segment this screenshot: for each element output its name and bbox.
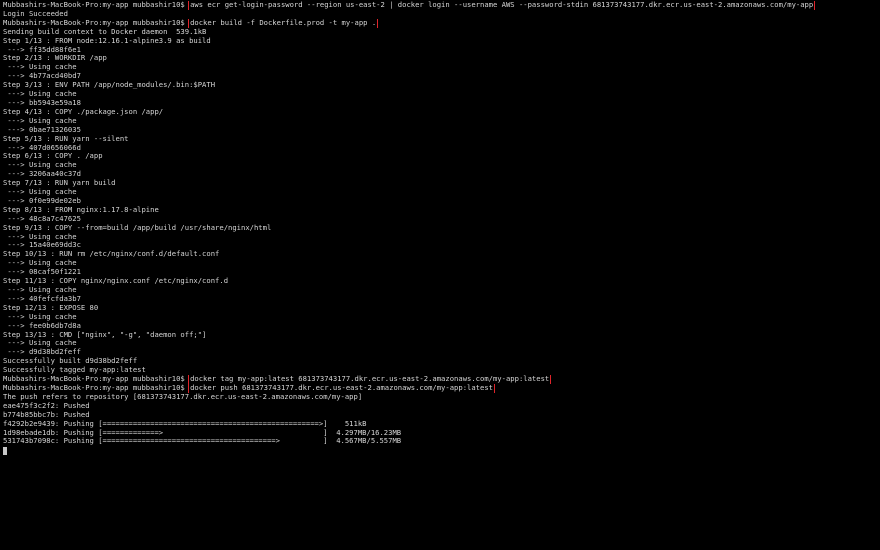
output-line: ---> Using cache — [3, 312, 77, 321]
output-line: ---> 407d0656066d — [3, 143, 81, 152]
shell-prompt: Mubbashirs-MacBook-Pro:my-app mubbashir1… — [3, 383, 190, 392]
output-line: Step 13/13 : CMD ["nginx", "-g", "daemon… — [3, 330, 207, 339]
output-line: ---> 0f0e99de02eb — [3, 196, 81, 205]
shell-prompt: Mubbashirs-MacBook-Pro:my-app mubbashir1… — [3, 1, 190, 9]
output-line: ---> Using cache — [3, 286, 77, 294]
command-line: Mubbashirs-MacBook-Pro:my-app mubbashir1… — [3, 1, 880, 10]
output-line: Step 10/13 : RUN rm /etc/nginx/conf.d/de… — [3, 250, 220, 259]
output-line: ---> bb5943e59a18 — [3, 98, 81, 107]
output-line: ---> Using cache — [3, 339, 77, 348]
shell-prompt: Mubbashirs-MacBook-Pro:my-app mubbashir1… — [3, 375, 190, 384]
output-line: Step 11/13 : COPY nginx/nginx.conf /etc/… — [3, 277, 229, 286]
output-line: Step 4/13 : COPY ./package.json /app/ — [3, 107, 164, 116]
output-line: The push refers to repository [681373743… — [3, 392, 363, 401]
output-line: Login Succeeded — [3, 9, 68, 18]
output-line: Step 2/13 : WORKDIR /app — [3, 54, 107, 63]
highlighted-command: docker push 681373743177.dkr.ecr.us-east… — [188, 383, 495, 393]
highlighted-command: docker tag my-app:latest 681373743177.dk… — [188, 375, 552, 384]
output-line: ---> d9d38bd2feff — [3, 348, 81, 357]
command-line: Mubbashirs-MacBook-Pro:my-app mubbashir1… — [3, 383, 880, 393]
output-line: Step 5/13 : RUN yarn --silent — [3, 134, 129, 143]
output-line: ---> 15a40e69dd3c — [3, 241, 81, 250]
output-line: b774b85bbc7b: Pushed — [3, 410, 90, 419]
input-line[interactable] — [3, 446, 880, 456]
output-line: 531743b7098c: Pushing [=================… — [3, 437, 402, 446]
output-line: ---> Using cache — [3, 116, 77, 125]
output-line: ---> Using cache — [3, 63, 77, 72]
output-line: Sending build context to Docker daemon 5… — [3, 27, 207, 36]
output-line: ---> Using cache — [3, 161, 77, 170]
output-line: Step 3/13 : ENV PATH /app/node_modules/.… — [3, 81, 216, 90]
output-line: ---> Using cache — [3, 188, 77, 197]
command-line: Mubbashirs-MacBook-Pro:my-app mubbashir1… — [3, 375, 880, 384]
output-line: ---> 0bae71326035 — [3, 125, 81, 134]
output-line: ---> Using cache — [3, 90, 77, 99]
highlighted-command: docker build -f Dockerfile.prod -t my-ap… — [188, 18, 379, 28]
highlighted-command: aws ecr get-login-password --region us-e… — [188, 1, 816, 10]
output-line: ---> Using cache — [3, 259, 77, 268]
output-line: ---> Using cache — [3, 232, 77, 241]
output-line: 1d98ebade1db: Pushing [=============> ] … — [3, 428, 402, 437]
output-line: ---> 08caf50f1221 — [3, 268, 81, 277]
output-line: Step 12/13 : EXPOSE 80 — [3, 303, 99, 312]
output-line: Successfully built d9d38bd2feff — [3, 357, 138, 366]
output-line: Step 9/13 : COPY --from=build /app/build… — [3, 223, 272, 232]
shell-prompt: Mubbashirs-MacBook-Pro:my-app mubbashir1… — [3, 18, 190, 27]
output-line: ---> 40fefcfda3b7 — [3, 294, 81, 303]
output-line: Step 6/13 : COPY . /app — [3, 152, 103, 161]
command-line: Mubbashirs-MacBook-Pro:my-app mubbashir1… — [3, 18, 880, 28]
output-line: ---> ff35dd88f6e1 — [3, 45, 81, 54]
output-line: Step 1/13 : FROM node:12.16.1-alpine3.9 … — [3, 36, 211, 45]
output-line: eae475f3c2f2: Pushed — [3, 401, 90, 410]
output-line: ---> 48c8a7c47625 — [3, 214, 81, 223]
output-line: ---> 3206aa40c37d — [3, 170, 81, 179]
output-line: ---> fee0b6db7d8a — [3, 321, 81, 330]
output-line: Successfully tagged my-app:latest — [3, 366, 146, 375]
terminal-output: Mubbashirs-MacBook-Pro:my-app mubbashir1… — [3, 1, 880, 446]
output-line: f4292b2e9439: Pushing [=================… — [3, 419, 367, 428]
cursor — [3, 447, 7, 456]
terminal-window[interactable]: Mubbashirs-MacBook-Pro:my-app mubbashir1… — [0, 0, 880, 550]
output-line: Step 7/13 : RUN yarn build — [3, 179, 116, 188]
output-line: Step 8/13 : FROM nginx:1.17.8-alpine — [3, 205, 159, 214]
output-line: ---> 4b77acd40bd7 — [3, 72, 81, 81]
